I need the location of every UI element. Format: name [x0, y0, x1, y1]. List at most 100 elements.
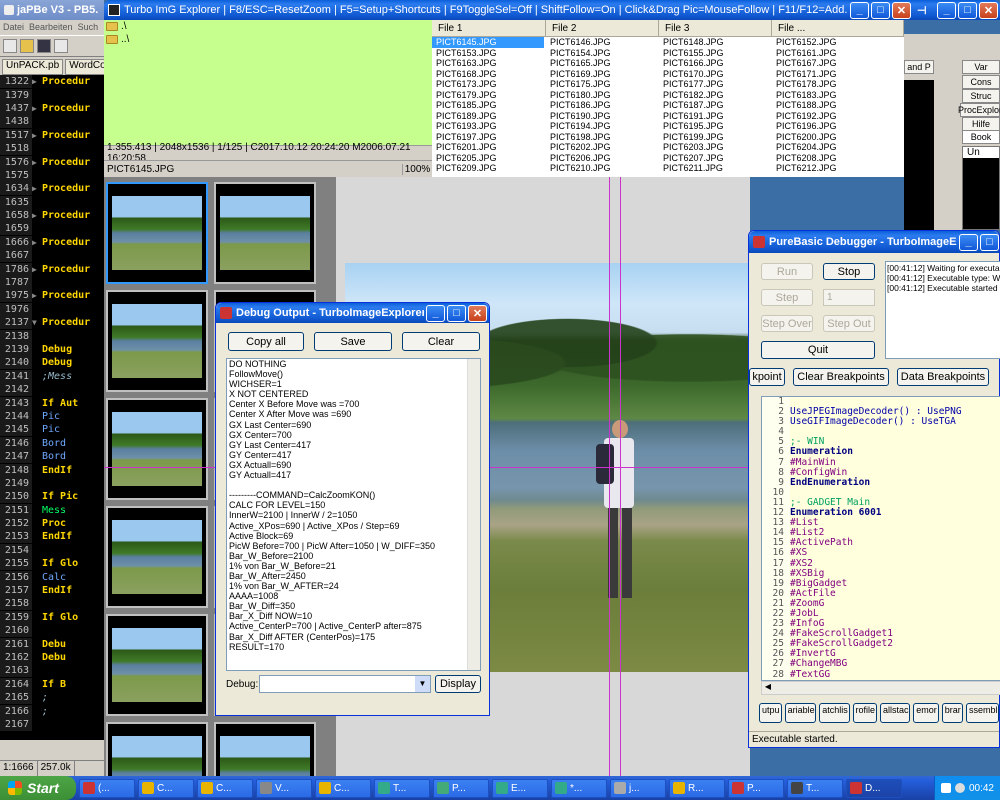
step-out-button[interactable]: Step Out	[823, 315, 875, 332]
scroll-left-icon[interactable]: ◀	[762, 682, 774, 694]
thumbnail[interactable]	[106, 506, 208, 608]
file-cell[interactable]: PICT6183.JPG	[772, 90, 904, 101]
file-cell[interactable]: PICT6148.JPG	[659, 37, 772, 48]
fold-icon[interactable]: ▶	[32, 156, 40, 169]
step-button[interactable]: Step	[761, 289, 813, 306]
volume-icon[interactable]	[954, 783, 965, 793]
menu-suchen[interactable]: Such	[78, 22, 99, 32]
new-file-icon[interactable]	[3, 39, 17, 53]
fold-icon[interactable]: ▼	[32, 316, 40, 329]
file-cell[interactable]: PICT6171.JPG	[772, 69, 904, 80]
file-cell[interactable]: PICT6145.JPG	[432, 37, 544, 48]
file-cell[interactable]: PICT6185.JPG	[432, 100, 546, 111]
open-folder-icon[interactable]	[20, 39, 34, 53]
pb-debugger-code-view[interactable]: 1 2 UseJPEGImageDecoder() : UsePNG 3 UseGIFI…	[761, 396, 1000, 681]
fold-icon[interactable]: ▶	[32, 236, 40, 249]
menu-datei[interactable]: Datei	[3, 22, 24, 32]
file-cell[interactable]: PICT6210.JPG	[546, 163, 659, 174]
file-cell[interactable]: PICT6204.JPG	[772, 142, 904, 153]
file-cell[interactable]: PICT6193.JPG	[432, 121, 546, 132]
file-cell[interactable]: PICT6165.JPG	[546, 58, 659, 69]
taskbar-item[interactable]: P...	[728, 778, 784, 798]
taskbar-item[interactable]: C...	[138, 778, 194, 798]
file-cell[interactable]: PICT6190.JPG	[546, 111, 659, 122]
file-cell[interactable]: PICT6205.JPG	[432, 153, 546, 164]
right-code-box[interactable]: Un	[962, 146, 1000, 230]
clear-button[interactable]: Clear	[402, 332, 480, 351]
file-cell[interactable]: PICT6163.JPG	[432, 58, 546, 69]
ext-maximize-icon[interactable]: □	[958, 1, 977, 19]
file-cell[interactable]: PICT6182.JPG	[659, 90, 772, 101]
taskbar-item[interactable]: C...	[197, 778, 253, 798]
file-cell[interactable]: PICT6203.JPG	[659, 142, 772, 153]
thumbnail[interactable]	[106, 182, 208, 284]
file-cell[interactable]: PICT6209.JPG	[432, 163, 546, 174]
step-count-input[interactable]: 1	[823, 289, 875, 306]
file-cell[interactable]: PICT6180.JPG	[546, 90, 659, 101]
debugger-tool-tab[interactable]: allstac	[880, 703, 911, 723]
file-cell[interactable]: PICT6192.JPG	[772, 111, 904, 122]
debugger-tool-tab[interactable]: rofile	[852, 703, 878, 723]
panel-cons[interactable]: Cons	[962, 75, 1000, 89]
file-cell[interactable]: PICT6202.JPG	[546, 142, 659, 153]
debug-output-text[interactable]: DO NOTHING FollowMove() WICHSER=1 X NOT CEN…	[226, 358, 481, 671]
panel-book[interactable]: Book	[962, 130, 1000, 144]
file-cell[interactable]: PICT6197.JPG	[432, 132, 546, 143]
thumbnail[interactable]	[214, 722, 316, 776]
debugger-tool-tab[interactable]: ariable	[784, 703, 817, 723]
file-cell[interactable]: PICT6201.JPG	[432, 142, 546, 153]
thumbnail[interactable]	[106, 722, 208, 776]
taskbar-item[interactable]: P...	[433, 778, 489, 798]
thumbnail[interactable]	[106, 398, 208, 500]
file-cell[interactable]: PICT6152.JPG	[772, 37, 904, 48]
taskbar-item[interactable]: E...	[492, 778, 548, 798]
column-file-more[interactable]: File ...	[772, 20, 904, 36]
file-cell[interactable]: PICT6186.JPG	[546, 100, 659, 111]
run-button[interactable]: Run	[761, 263, 813, 280]
start-button[interactable]: Start	[0, 776, 76, 800]
data-breakpoints-button[interactable]: Data Breakpoints	[897, 368, 989, 386]
file-cell[interactable]: PICT6161.JPG	[772, 48, 904, 59]
file-cell[interactable]: PICT6199.JPG	[659, 132, 772, 143]
file-cell[interactable]: PICT6196.JPG	[772, 121, 904, 132]
copy-all-button[interactable]: Copy all	[228, 332, 304, 351]
file-cell[interactable]: PICT6191.JPG	[659, 111, 772, 122]
chevron-down-icon[interactable]: ▼	[415, 676, 430, 692]
quit-button[interactable]: Quit	[761, 341, 875, 359]
debugger-tool-tab[interactable]: utpu	[759, 703, 782, 723]
file-cell[interactable]: PICT6200.JPG	[772, 132, 904, 143]
file-cell[interactable]: PICT6178.JPG	[772, 79, 904, 90]
debugger-tool-tab[interactable]: ssembl	[965, 703, 999, 723]
menu-bearbeiten[interactable]: Bearbeiten	[29, 22, 73, 32]
file-cell[interactable]: PICT6212.JPG	[772, 163, 904, 174]
fold-icon[interactable]: ▶	[32, 209, 40, 222]
fold-icon[interactable]: ▶	[32, 263, 40, 276]
file-cell[interactable]: PICT6188.JPG	[772, 100, 904, 111]
debugger-tool-tab[interactable]: brar	[941, 703, 963, 723]
file-cell[interactable]: PICT6194.JPG	[546, 121, 659, 132]
file-cell[interactable]: PICT6167.JPG	[772, 58, 904, 69]
file-list[interactable]: File 1 File 2 File 3 File ... PICT6145.J…	[432, 20, 904, 177]
debug-input[interactable]: ▼	[259, 675, 431, 693]
clear-breakpoints-button[interactable]: Clear Breakpoints	[793, 368, 889, 386]
save-icon[interactable]	[37, 39, 51, 53]
column-file-2[interactable]: File 2	[546, 20, 659, 36]
file-cell[interactable]: PICT6177.JPG	[659, 79, 772, 90]
file-cell[interactable]: PICT6206.JPG	[546, 153, 659, 164]
fold-icon[interactable]: ▶	[32, 75, 40, 88]
close-icon[interactable]: ✕	[892, 1, 911, 19]
cut-icon[interactable]	[54, 39, 68, 53]
thumbnail[interactable]	[106, 614, 208, 716]
taskbar-item[interactable]: j...	[610, 778, 666, 798]
breakpoint-button[interactable]: kpoint	[749, 368, 785, 386]
debug-scrollbar[interactable]	[467, 359, 480, 670]
horizontal-scrollbar[interactable]: ◀	[761, 681, 1000, 695]
fold-icon[interactable]: ▶	[32, 129, 40, 142]
file-cell[interactable]: PICT6146.JPG	[546, 37, 659, 48]
file-cell[interactable]: PICT6189.JPG	[432, 111, 546, 122]
file-cell[interactable]: PICT6207.JPG	[659, 153, 772, 164]
pb-debugger-log[interactable]: [00:41:12] Waiting for executa [00:41:12…	[885, 261, 1000, 359]
minimize-icon[interactable]: _	[426, 304, 445, 322]
tray-icon[interactable]	[940, 783, 951, 793]
dir-item-current[interactable]: .\	[104, 20, 432, 33]
